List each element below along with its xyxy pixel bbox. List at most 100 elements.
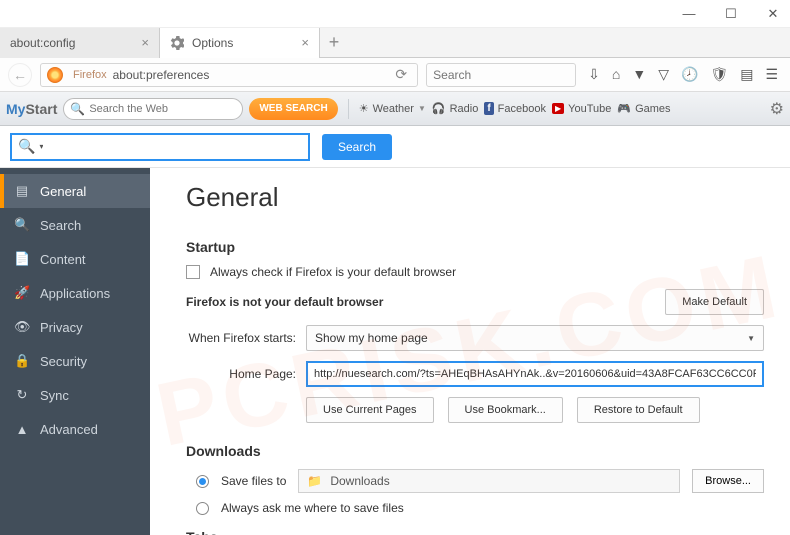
sidebar-item-label: Applications: [40, 286, 110, 301]
facebook-icon: f: [484, 102, 493, 115]
sidebar-item-content[interactable]: 📄 Content: [0, 242, 150, 276]
menu-icon[interactable]: ☰: [765, 66, 778, 83]
sidebar-item-advanced[interactable]: ▲ Advanced: [0, 412, 150, 446]
content-icon: 📄: [14, 251, 30, 267]
tab-aboutconfig[interactable]: about:config ×: [0, 28, 160, 58]
use-bookmark-button[interactable]: Use Bookmark...: [448, 397, 563, 423]
maximize-button[interactable]: ☐: [722, 5, 740, 23]
close-icon[interactable]: ×: [301, 35, 309, 50]
url-bar[interactable]: Firefox ⟳: [40, 63, 418, 87]
reload-icon[interactable]: ⟳: [391, 66, 411, 83]
tab-label: Options: [192, 36, 233, 50]
separator: [348, 99, 349, 119]
sun-icon: ☀: [359, 102, 369, 115]
minimize-button[interactable]: —: [680, 5, 698, 23]
make-default-button[interactable]: Make Default: [665, 289, 764, 315]
page-title: General: [186, 182, 764, 213]
window-titlebar: — ☐ ✕: [0, 0, 790, 28]
link-label: Weather: [373, 103, 414, 115]
preferences-sidebar: ▤ General 🔍 Search 📄 Content 🚀 Applicati…: [0, 168, 150, 535]
when-starts-select[interactable]: Show my home page ▼: [306, 325, 764, 351]
in-page-search[interactable]: 🔍 ▾: [10, 133, 310, 161]
in-page-toolbar: 🔍 ▾ Search: [0, 126, 790, 168]
applications-icon: 🚀: [14, 285, 30, 301]
history-icon[interactable]: 🕗: [681, 66, 698, 83]
sidebar-item-label: Search: [40, 218, 81, 233]
save-files-row: Save files to 📁 Downloads Browse...: [196, 469, 764, 493]
preferences-main: PCRISK.COM General Startup Always check …: [150, 168, 790, 535]
pocket-icon[interactable]: ▽: [658, 66, 669, 83]
in-page-search-button[interactable]: Search: [322, 134, 392, 160]
in-page-search-input[interactable]: [43, 140, 302, 154]
sync-icon: ↻: [14, 387, 30, 403]
sidebar-icon[interactable]: ▤: [740, 66, 753, 83]
radio-label: Always ask me where to save files: [221, 501, 404, 515]
search-icon: 🔍: [70, 102, 85, 116]
headphones-icon: 🎧: [432, 102, 446, 115]
advanced-icon: ▲: [14, 422, 30, 437]
downloads-folder-box: 📁 Downloads: [298, 469, 680, 493]
close-icon[interactable]: ×: [141, 35, 149, 50]
save-files-radio[interactable]: [196, 475, 209, 488]
folder-name: Downloads: [330, 474, 389, 488]
mystart-menu-icon[interactable]: ⚙: [770, 99, 784, 119]
downloads-icon[interactable]: ⇩: [588, 66, 600, 83]
general-icon: ▤: [14, 183, 30, 199]
bookmarks-icon[interactable]: ▼: [632, 66, 646, 83]
close-window-button[interactable]: ✕: [764, 5, 782, 23]
weather-link[interactable]: ☀ Weather ▼: [359, 102, 426, 115]
restore-default-button[interactable]: Restore to Default: [577, 397, 700, 423]
mystart-search-input[interactable]: [89, 103, 232, 115]
toolbar-icons: ⇩ ⌂ ▼ ▽ 🕗 🛡 ▤ ☰: [584, 66, 782, 83]
always-ask-row: Always ask me where to save files: [196, 501, 764, 515]
sidebar-item-label: Security: [40, 354, 87, 369]
back-button[interactable]: ←: [8, 63, 32, 87]
sidebar-item-label: Advanced: [40, 422, 98, 437]
always-check-checkbox[interactable]: [186, 265, 200, 279]
tab-label: about:config: [10, 36, 75, 50]
radio-link[interactable]: 🎧 Radio: [432, 102, 478, 115]
tab-strip: about:config × Options × +: [0, 28, 790, 58]
sidebar-item-sync[interactable]: ↻ Sync: [0, 378, 150, 412]
new-tab-button[interactable]: +: [320, 29, 348, 57]
privacy-icon: 👁: [14, 319, 30, 335]
web-search-button[interactable]: WEB SEARCH: [249, 98, 337, 120]
tabs-heading: Tabs: [186, 529, 764, 535]
sidebar-item-applications[interactable]: 🚀 Applications: [0, 276, 150, 310]
shield-icon[interactable]: 🛡: [710, 66, 728, 83]
url-input[interactable]: [113, 68, 386, 82]
gamepad-icon: 🎮: [617, 102, 631, 115]
browse-button[interactable]: Browse...: [692, 469, 764, 493]
mystart-search[interactable]: 🔍: [63, 98, 243, 120]
browser-search-box[interactable]: [426, 63, 576, 87]
home-icon[interactable]: ⌂: [612, 66, 620, 83]
tab-options[interactable]: Options ×: [160, 28, 320, 58]
field-label: When Firefox starts:: [186, 331, 296, 345]
sidebar-item-security[interactable]: 🔒 Security: [0, 344, 150, 378]
link-label: Games: [635, 103, 670, 115]
field-label: Home Page:: [186, 367, 296, 381]
home-page-row: Home Page:: [186, 361, 764, 387]
home-page-field[interactable]: [306, 361, 764, 387]
link-label: Facebook: [498, 103, 546, 115]
nav-toolbar: ← Firefox ⟳ ⇩ ⌂ ▼ ▽ 🕗 🛡 ▤ ☰: [0, 58, 790, 92]
youtube-link[interactable]: ▶ YouTube: [552, 103, 611, 115]
games-link[interactable]: 🎮 Games: [617, 102, 670, 115]
browser-search-input[interactable]: [433, 68, 588, 82]
firefox-icon: [47, 67, 63, 83]
preferences-body: ▤ General 🔍 Search 📄 Content 🚀 Applicati…: [0, 168, 790, 535]
sidebar-item-privacy[interactable]: 👁 Privacy: [0, 310, 150, 344]
always-check-row: Always check if Firefox is your default …: [186, 265, 764, 279]
always-ask-radio[interactable]: [196, 502, 209, 515]
facebook-link[interactable]: f Facebook: [484, 102, 546, 115]
use-current-pages-button[interactable]: Use Current Pages: [306, 397, 434, 423]
startup-heading: Startup: [186, 239, 764, 255]
sidebar-item-label: Sync: [40, 388, 69, 403]
chevron-down-icon: ▼: [747, 334, 755, 343]
downloads-heading: Downloads: [186, 443, 764, 459]
sidebar-item-search[interactable]: 🔍 Search: [0, 208, 150, 242]
sidebar-item-general[interactable]: ▤ General: [0, 174, 150, 208]
link-label: YouTube: [568, 103, 611, 115]
sidebar-item-label: Content: [40, 252, 86, 267]
home-page-input[interactable]: [314, 368, 756, 380]
